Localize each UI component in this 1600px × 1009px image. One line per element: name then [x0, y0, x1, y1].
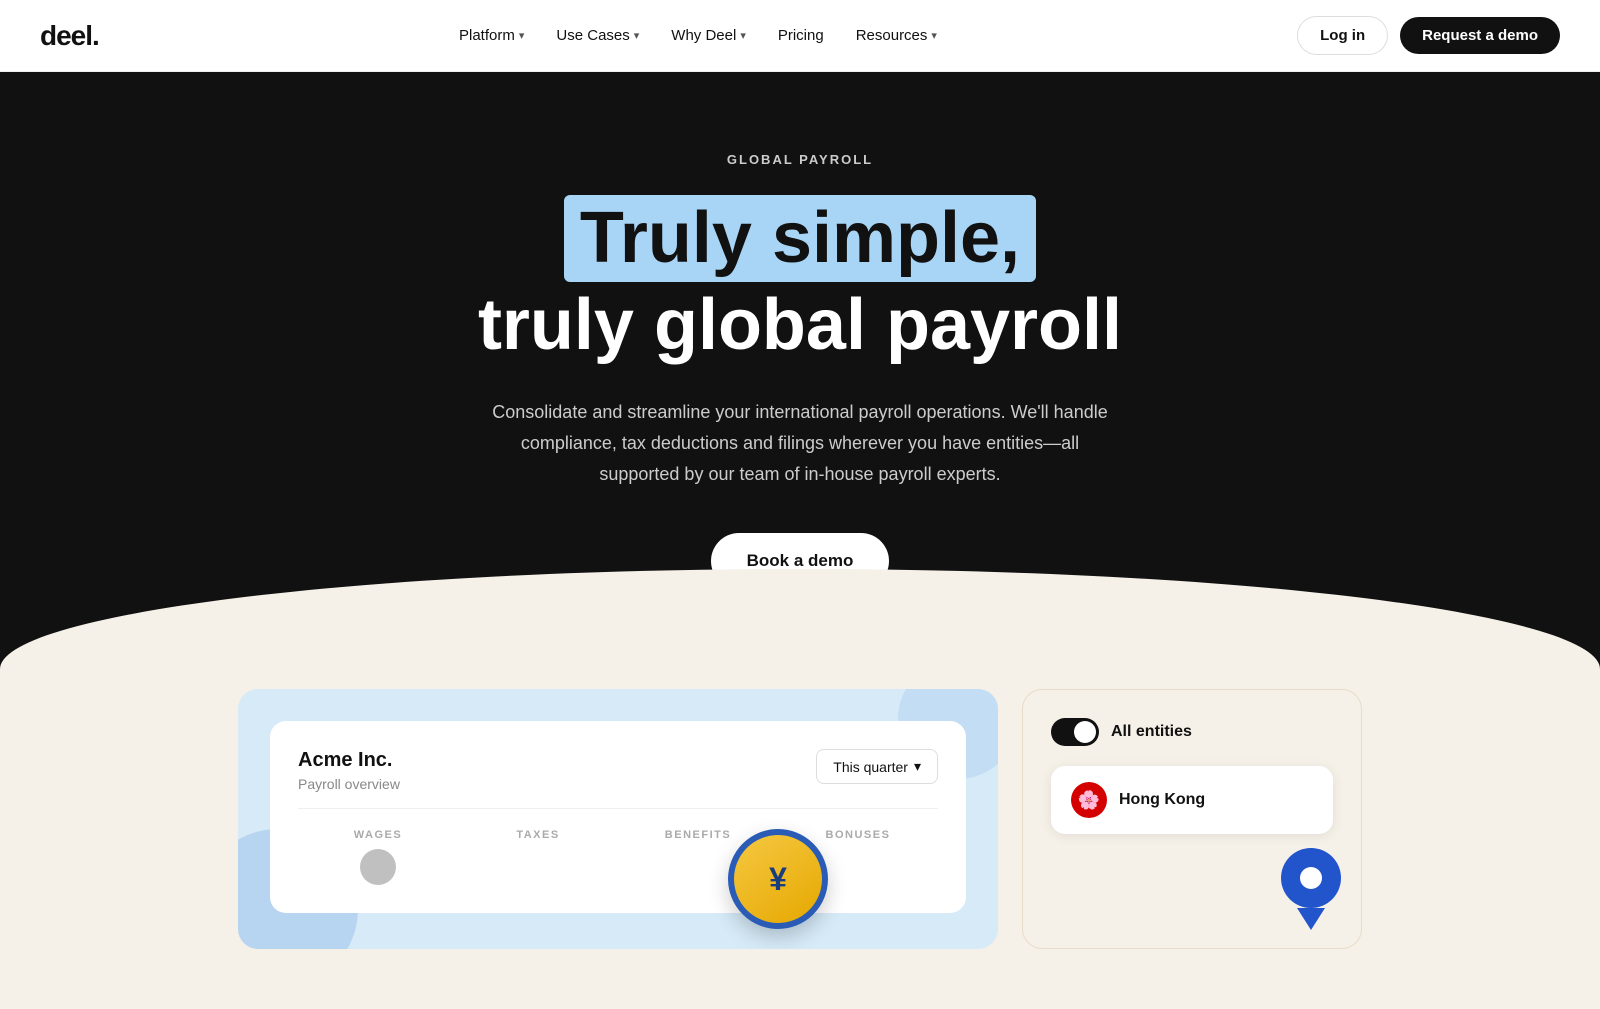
nav-links: Platform ▾ Use Cases ▾ Why Deel ▾ Pricin… [445, 19, 951, 52]
nav-actions: Log in Request a demo [1297, 16, 1560, 55]
chevron-down-icon: ▾ [740, 29, 746, 42]
coin-symbol: ¥ [769, 861, 787, 898]
taxes-label: TAXES [458, 829, 618, 841]
request-demo-button[interactable]: Request a demo [1400, 17, 1560, 54]
hk-location-card[interactable]: 🌸 Hong Kong [1051, 766, 1333, 834]
hk-flag-icon: 🌸 [1071, 782, 1107, 818]
hero-label: GLOBAL PAYROLL [727, 152, 873, 167]
coin-illustration: ¥ [728, 829, 838, 939]
nav-item-platform[interactable]: Platform ▾ [445, 19, 538, 52]
all-entities-toggle[interactable] [1051, 718, 1099, 746]
quarter-selector[interactable]: This quarter ▾ [816, 749, 938, 784]
entities-header: All entities [1051, 718, 1333, 746]
hero-highlight: Truly simple, [564, 195, 1036, 282]
hero-title: Truly simple, truly global payroll [478, 195, 1122, 365]
pin-circle [1281, 848, 1341, 908]
company-info: Acme Inc. Payroll overview [298, 749, 400, 792]
hero-line2: truly global payroll [478, 286, 1122, 365]
login-button[interactable]: Log in [1297, 16, 1388, 55]
nav-item-use-cases[interactable]: Use Cases ▾ [542, 19, 653, 52]
wages-label: WAGES [298, 829, 458, 841]
avatar [360, 849, 396, 885]
chevron-down-icon: ▾ [634, 29, 640, 42]
entities-card: All entities 🌸 Hong Kong [1022, 689, 1362, 949]
map-pin-illustration [1281, 848, 1341, 928]
wages-column: WAGES [298, 829, 458, 885]
cards-section: Acme Inc. Payroll overview This quarter … [0, 689, 1600, 1009]
pin-tail [1297, 908, 1325, 930]
nav-item-resources[interactable]: Resources ▾ [842, 19, 951, 52]
payroll-card: Acme Inc. Payroll overview This quarter … [238, 689, 998, 949]
payroll-subtitle: Payroll overview [298, 776, 400, 792]
coin-shape: ¥ [728, 829, 828, 929]
payroll-header: Acme Inc. Payroll overview This quarter … [298, 749, 938, 809]
toggle-knob [1074, 721, 1096, 743]
taxes-column: TAXES [458, 829, 618, 885]
payroll-inner: Acme Inc. Payroll overview This quarter … [270, 721, 966, 913]
payroll-columns: WAGES TAXES BENEFITS BONUSES [298, 829, 938, 885]
chevron-down-icon: ▾ [931, 29, 937, 42]
hero-section: GLOBAL PAYROLL Truly simple, truly globa… [0, 72, 1600, 689]
all-entities-label: All entities [1111, 723, 1192, 741]
hero-description: Consolidate and streamline your internat… [480, 397, 1120, 489]
nav-item-pricing[interactable]: Pricing [764, 19, 838, 52]
hero-curve [0, 569, 1600, 689]
pin-inner [1300, 867, 1322, 889]
navbar: deel. Platform ▾ Use Cases ▾ Why Deel ▾ … [0, 0, 1600, 72]
company-name: Acme Inc. [298, 749, 400, 772]
nav-item-why-deel[interactable]: Why Deel ▾ [657, 19, 760, 52]
logo[interactable]: deel. [40, 20, 99, 52]
hk-name-label: Hong Kong [1119, 791, 1205, 809]
chevron-down-icon: ▾ [914, 758, 921, 775]
chevron-down-icon: ▾ [519, 29, 525, 42]
